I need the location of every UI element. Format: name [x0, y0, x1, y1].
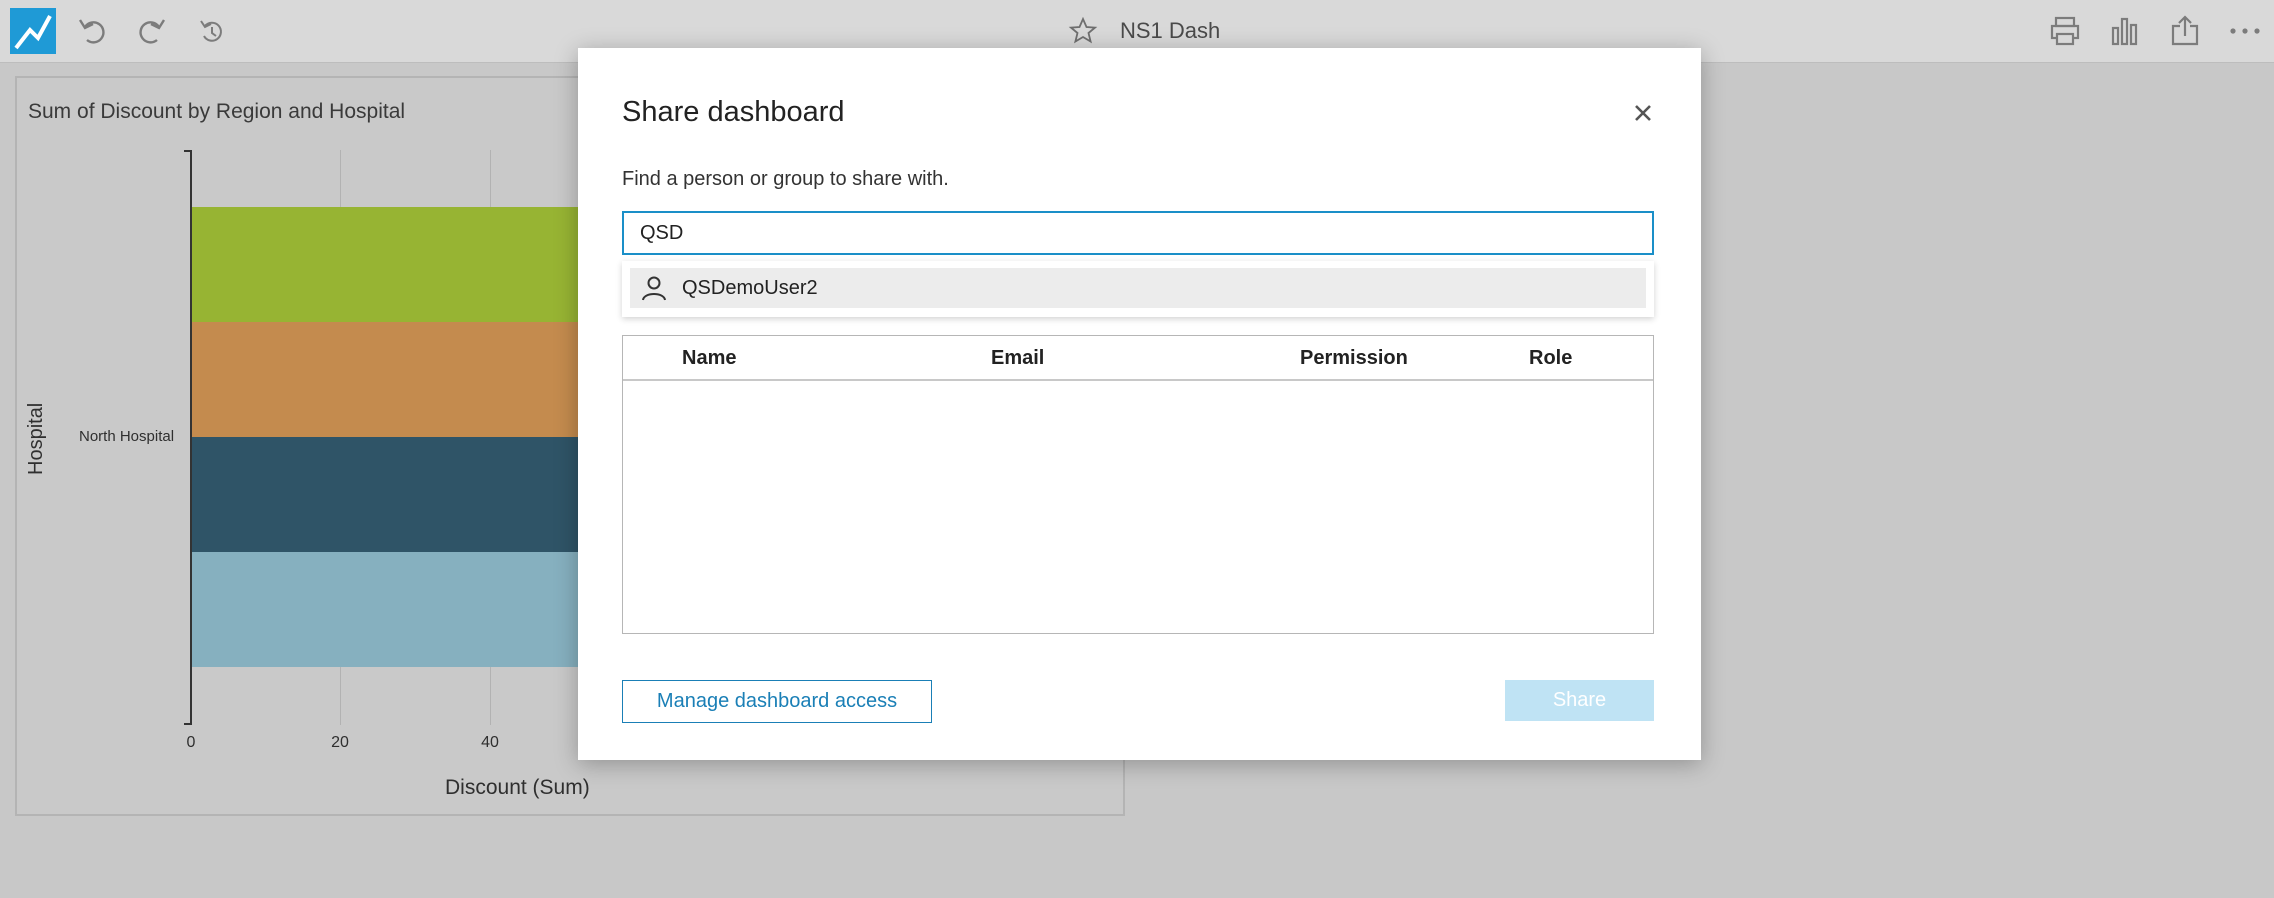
chart-y-axis	[190, 150, 192, 725]
print-icon[interactable]	[2048, 14, 2082, 48]
shared-users-table: Name Email Permission Role	[622, 335, 1654, 634]
reset-icon[interactable]	[194, 14, 228, 48]
chart-bar-segment-2[interactable]	[192, 322, 578, 437]
dialog-title: Share dashboard	[622, 96, 845, 128]
chart-x-tick: 40	[481, 734, 499, 751]
chart-bar-segment-1[interactable]	[192, 207, 578, 322]
chart-y-axis-title: Hospital	[25, 402, 47, 475]
chart-category-label: North Hospital	[79, 428, 175, 445]
chart-bar-segment-3[interactable]	[192, 437, 578, 552]
chart-x-axis-title: Discount (Sum)	[445, 776, 590, 799]
share-button[interactable]: Share	[1505, 680, 1654, 721]
close-icon[interactable]	[1626, 96, 1660, 130]
chart-title: Sum of Discount by Region and Hospital	[28, 100, 406, 123]
table-header: Name Email Permission Role	[623, 336, 1653, 381]
share-search-input[interactable]	[622, 211, 1654, 255]
manage-dashboard-access-button[interactable]: Manage dashboard access	[622, 680, 932, 723]
share-icon[interactable]	[2168, 14, 2202, 48]
dashboard-title: NS1 Dash	[1120, 18, 1221, 43]
column-header-name[interactable]: Name	[682, 347, 736, 370]
share-dashboard-dialog: Share dashboard Find a person or group t…	[578, 48, 1701, 760]
chart-y-axis-tick	[184, 150, 192, 152]
undo-icon[interactable]	[76, 14, 110, 48]
share-prompt: Find a person or group to share with.	[622, 168, 949, 190]
column-header-email[interactable]: Email	[991, 347, 1044, 370]
column-header-role[interactable]: Role	[1529, 347, 1572, 370]
chart-x-tick: 0	[186, 734, 196, 751]
redo-icon[interactable]	[134, 14, 168, 48]
chart-x-tick: 20	[331, 734, 349, 751]
star-icon[interactable]	[1068, 16, 1098, 46]
suggestion-label: QSDemoUser2	[682, 276, 818, 299]
more-icon[interactable]	[2228, 14, 2262, 48]
chart-bar-segment-4[interactable]	[192, 552, 578, 667]
suggestion-item[interactable]: QSDemoUser2	[630, 268, 1646, 308]
app-logo-icon[interactable]	[10, 8, 56, 54]
suggestion-dropdown: QSDemoUser2	[622, 261, 1654, 317]
user-icon	[642, 276, 666, 301]
chart-y-axis-tick	[184, 723, 192, 725]
column-header-permission[interactable]: Permission	[1300, 347, 1408, 370]
dashboard-title-area: NS1 Dash	[1068, 14, 1220, 48]
chart-icon[interactable]	[2108, 14, 2142, 48]
